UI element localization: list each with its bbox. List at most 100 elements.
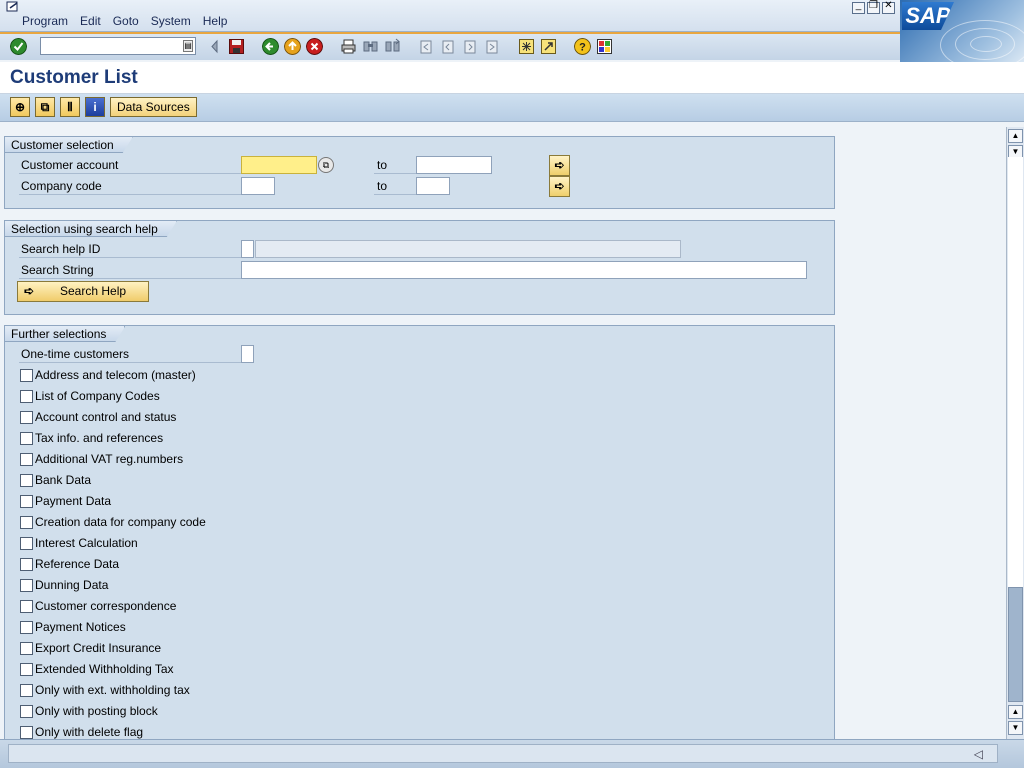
address-telecom-checkbox[interactable] xyxy=(20,369,33,382)
export-credit-insurance-checkbox[interactable] xyxy=(20,642,33,655)
vertical-scrollbar[interactable]: ▲ ▼ ▲ ▼ xyxy=(1006,127,1024,739)
find-next-icon[interactable] xyxy=(384,38,401,55)
enter-icon[interactable] xyxy=(10,38,27,55)
multiple-selection-icon[interactable]: ➪ xyxy=(549,155,570,176)
customer-selection-group: Customer selection Customer account ⧉ to… xyxy=(4,136,835,209)
search-string-label: Search String xyxy=(19,261,241,279)
command-history-icon[interactable]: ▤ xyxy=(183,40,193,52)
checkbox-label: Tax info. and references xyxy=(35,431,164,445)
back-icon[interactable] xyxy=(262,38,279,55)
menu-edit[interactable]: Edit xyxy=(74,14,107,28)
layout-menu-icon[interactable] xyxy=(596,38,613,55)
sap-logo-text: SAP xyxy=(902,2,954,30)
scroll-up-icon[interactable]: ▲ xyxy=(1008,129,1023,143)
ext-withholding-only-checkbox[interactable] xyxy=(20,684,33,697)
one-time-customers-input[interactable] xyxy=(241,345,254,363)
company-codes-checkbox[interactable] xyxy=(20,390,33,403)
menu-goto[interactable]: Goto xyxy=(107,14,145,28)
minimize-icon[interactable]: _ xyxy=(852,0,865,14)
search-help-button-label: Search Help xyxy=(60,284,127,298)
search-help-button[interactable]: ➪ Search Help xyxy=(17,281,149,302)
search-help-icon[interactable]: ⧉ xyxy=(318,157,334,173)
one-time-customers-label: One-time customers xyxy=(19,345,241,363)
execute-icon[interactable]: ⊕ xyxy=(10,97,30,117)
company-code-to-input[interactable] xyxy=(416,177,450,195)
search-string-input[interactable] xyxy=(241,261,807,279)
payment-data-checkbox[interactable] xyxy=(20,495,33,508)
checkbox-label: Additional VAT reg.numbers xyxy=(35,452,184,466)
checkbox-label: Bank Data xyxy=(35,473,92,487)
menu-system[interactable]: System xyxy=(145,14,197,28)
vat-numbers-checkbox[interactable] xyxy=(20,453,33,466)
checkbox-label: Creation data for company code xyxy=(35,515,206,529)
title-bar: Customer List xyxy=(0,62,1024,94)
to-label: to xyxy=(374,156,416,174)
data-sources-button[interactable]: Data Sources xyxy=(110,97,197,117)
status-expand-icon[interactable]: ◁ xyxy=(974,747,983,761)
checkbox-label: Dunning Data xyxy=(35,578,109,592)
last-page-icon[interactable] xyxy=(484,38,501,55)
company-code-from-input[interactable] xyxy=(241,177,275,195)
customer-correspondence-checkbox[interactable] xyxy=(20,600,33,613)
command-field[interactable]: ▤ xyxy=(40,37,196,55)
customer-account-to-input[interactable] xyxy=(416,156,492,174)
to-label: to xyxy=(374,177,416,195)
search-help-id-label: Search help ID xyxy=(19,240,241,258)
scroll-down-icon[interactable]: ▼ xyxy=(1008,721,1023,735)
creation-data-checkbox[interactable] xyxy=(20,516,33,529)
menu-bar: Program Edit Goto System Help _ ❐ ✕ xyxy=(0,0,1024,32)
posting-block-checkbox[interactable] xyxy=(20,705,33,718)
scroll-thumb[interactable] xyxy=(1008,587,1023,702)
cancel-icon[interactable] xyxy=(306,38,323,55)
exit-icon[interactable] xyxy=(284,38,301,55)
sap-logo: SAP xyxy=(900,0,1024,62)
first-page-icon[interactable] xyxy=(418,38,435,55)
shortcut-icon[interactable] xyxy=(540,38,557,55)
find-icon[interactable] xyxy=(362,38,379,55)
print-icon[interactable] xyxy=(340,38,357,55)
customer-account-from-input[interactable] xyxy=(241,156,317,174)
window-controls: _ ❐ ✕ xyxy=(852,0,895,14)
system-menu-icon[interactable] xyxy=(6,1,20,13)
company-code-label: Company code xyxy=(19,177,241,195)
previous-page-icon[interactable] xyxy=(440,38,457,55)
extended-withholding-tax-checkbox[interactable] xyxy=(20,663,33,676)
scroll-track[interactable] xyxy=(1008,157,1023,587)
payment-notices-checkbox[interactable] xyxy=(20,621,33,634)
checkbox-label: Payment Data xyxy=(35,494,112,508)
group-title: Customer selection xyxy=(5,137,133,153)
checkbox-label: Payment Notices xyxy=(35,620,126,634)
variants-icon[interactable]: ⧉ xyxy=(35,97,55,117)
menu-program[interactable]: Program xyxy=(16,14,74,28)
checkbox-label: List of Company Codes xyxy=(35,389,160,403)
next-page-icon[interactable] xyxy=(462,38,479,55)
tax-info-checkbox[interactable] xyxy=(20,432,33,445)
selection-options-icon[interactable]: Ⅱ xyxy=(60,97,80,117)
close-icon[interactable]: ✕ xyxy=(882,0,895,14)
back-arrow-icon[interactable] xyxy=(207,38,224,55)
multiple-selection-icon[interactable]: ➪ xyxy=(549,176,570,197)
checkbox-label: Only with delete flag xyxy=(35,725,144,739)
create-session-icon[interactable] xyxy=(518,38,535,55)
search-help-id-input[interactable] xyxy=(241,240,254,258)
dunning-data-checkbox[interactable] xyxy=(20,579,33,592)
checkbox-label: Reference Data xyxy=(35,557,120,571)
help-icon[interactable]: ? xyxy=(574,38,591,55)
info-icon[interactable]: i xyxy=(85,97,105,117)
search-help-description-field xyxy=(255,240,681,258)
menu-help[interactable]: Help xyxy=(197,14,234,28)
restore-icon[interactable]: ❐ xyxy=(867,0,880,14)
interest-calculation-checkbox[interactable] xyxy=(20,537,33,550)
group-title: Selection using search help xyxy=(5,221,177,237)
group-title: Further selections xyxy=(5,326,125,342)
account-control-checkbox[interactable] xyxy=(20,411,33,424)
bank-data-checkbox[interactable] xyxy=(20,474,33,487)
save-icon[interactable] xyxy=(228,38,245,55)
checkbox-label: Address and telecom (master) xyxy=(35,368,196,382)
checkbox-label: Customer correspondence xyxy=(35,599,177,613)
scroll-up-icon[interactable]: ▲ xyxy=(1008,705,1023,719)
reference-data-checkbox[interactable] xyxy=(20,558,33,571)
menu-list: Program Edit Goto System Help xyxy=(16,14,233,28)
delete-flag-checkbox[interactable] xyxy=(20,726,33,739)
checkbox-label: Only with posting block xyxy=(35,704,158,718)
